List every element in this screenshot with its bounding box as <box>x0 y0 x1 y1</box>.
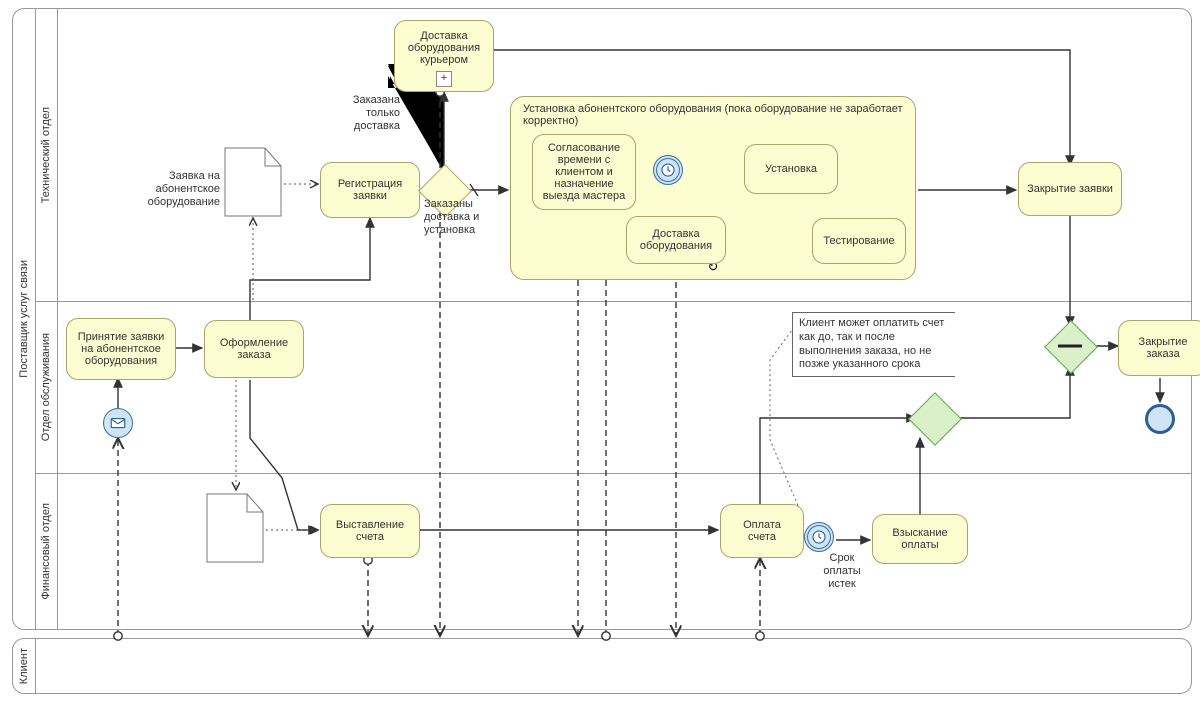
label-delivery-and-install: Заказаныдоставка иустановка <box>424 198 502 238</box>
subprocess-install-title: Установка абонентского оборудования (пок… <box>523 103 903 127</box>
task-schedule-label: Согласованиевремени склиентом иназначени… <box>543 142 625 202</box>
lane-service-label: Отдел обслуживания <box>40 333 52 441</box>
task-testing[interactable]: Тестирование <box>812 218 906 264</box>
task-install[interactable]: Установка <box>744 144 838 194</box>
annotation-payment: Клиент может оплатить счет как до, так и… <box>792 312 955 377</box>
task-collect-payment-label: Взысканиеоплаты <box>892 527 947 551</box>
task-accept-request-label: Принятие заявкина абонентскоеоборудовани… <box>78 331 164 367</box>
task-close-order[interactable]: Закрытие заказа <box>1118 320 1200 376</box>
task-pay-invoice[interactable]: Оплатасчета <box>720 504 804 558</box>
pool-client-label: Клиент <box>18 648 30 684</box>
pool-provider-label: Поставщик услуг связи <box>18 260 30 378</box>
task-install-label: Установка <box>765 163 817 175</box>
gateway-xor-payment[interactable] <box>916 400 952 436</box>
end-event[interactable] <box>1145 404 1175 434</box>
task-sub-delivery-label: Доставкаоборудования <box>640 228 712 252</box>
intermediate-timer-event[interactable] <box>653 155 683 185</box>
start-message-event[interactable] <box>103 408 133 438</box>
bpmn-diagram: Поставщик услуг связи Технический отдел … <box>0 0 1200 715</box>
task-order-form[interactable]: Оформлениезаказа <box>204 320 304 378</box>
task-accept-request[interactable]: Принятие заявкина абонентскоеоборудовани… <box>66 318 176 380</box>
label-timer: Срокоплатыистек <box>816 552 868 592</box>
task-registration[interactable]: Регистрациязаявки <box>320 162 420 218</box>
task-registration-label: Регистрациязаявки <box>338 178 402 202</box>
task-close-request[interactable]: Закрытие заявки <box>1018 162 1122 216</box>
task-courier-delivery[interactable]: Доставкаоборудованиякурьером + <box>394 20 494 92</box>
lane-sep-1 <box>35 301 1191 302</box>
message-icon <box>109 414 127 432</box>
task-collect-payment[interactable]: Взысканиеоплаты <box>872 514 968 564</box>
lane-service-header: Отдел обслуживания <box>35 301 58 473</box>
task-testing-label: Тестирование <box>823 235 894 247</box>
task-invoice-label: Выставлениесчета <box>336 519 404 543</box>
pool-client: Клиент <box>12 638 1192 694</box>
task-close-order-label: Закрытие заказа <box>1123 336 1200 360</box>
boundary-timer-event[interactable] <box>804 522 834 552</box>
subprocess-marker-icon: + <box>436 71 452 87</box>
label-doc-request: Заявка наабонентскоеоборудование <box>132 170 220 210</box>
task-order-form-label: Оформлениезаказа <box>220 337 288 361</box>
task-close-request-label: Закрытие заявки <box>1027 183 1113 195</box>
pool-provider-header: Поставщик услуг связи <box>13 9 36 629</box>
lane-sep-2 <box>35 473 1191 474</box>
lane-finance-header: Финансовый отдел <box>35 473 58 629</box>
annotation-payment-text: Клиент может оплатить счет как до, так и… <box>799 317 944 370</box>
task-invoice[interactable]: Выставлениесчета <box>320 504 420 558</box>
gateway-parallel[interactable] <box>1052 328 1088 364</box>
lane-finance-label: Финансовый отдел <box>40 503 52 600</box>
task-schedule[interactable]: Согласованиевремени склиентом иназначени… <box>532 134 636 210</box>
timer-icon <box>659 161 677 179</box>
pool-client-header: Клиент <box>13 639 36 693</box>
lane-tech-label: Технический отдел <box>40 107 52 203</box>
task-sub-delivery[interactable]: Доставкаоборудования <box>626 216 726 264</box>
lane-tech-header: Технический отдел <box>35 9 58 301</box>
label-only-delivery: Заказанатолькодоставка <box>336 94 400 134</box>
task-courier-delivery-label: Доставкаоборудованиякурьером <box>408 30 480 66</box>
timer-icon <box>810 528 828 546</box>
task-pay-invoice-label: Оплатасчета <box>743 519 781 543</box>
